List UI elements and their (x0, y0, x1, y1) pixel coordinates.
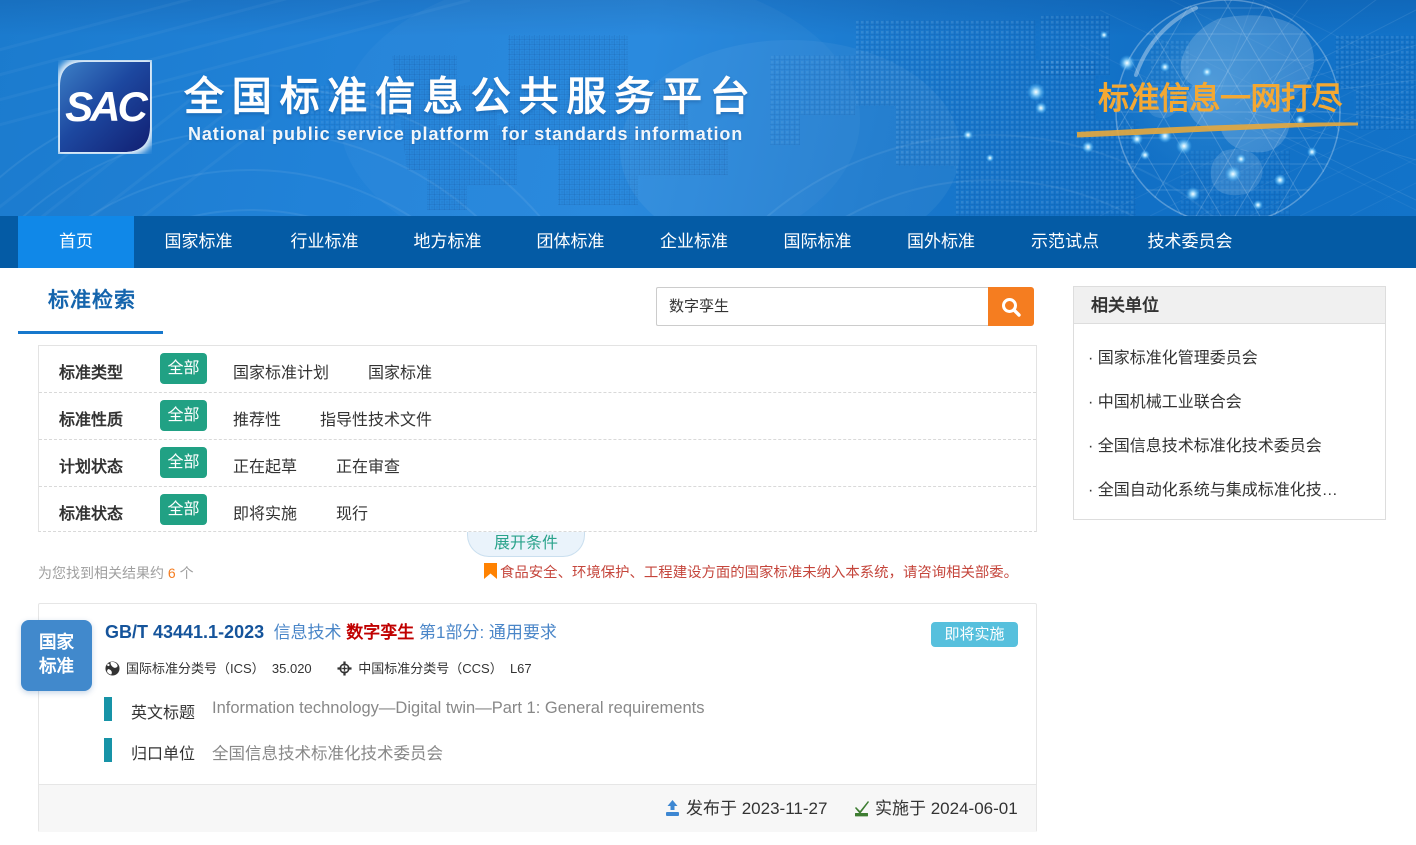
svg-text:SAC: SAC (65, 83, 148, 130)
svg-text:标准信息一网打尽: 标准信息一网打尽 (1098, 81, 1342, 116)
